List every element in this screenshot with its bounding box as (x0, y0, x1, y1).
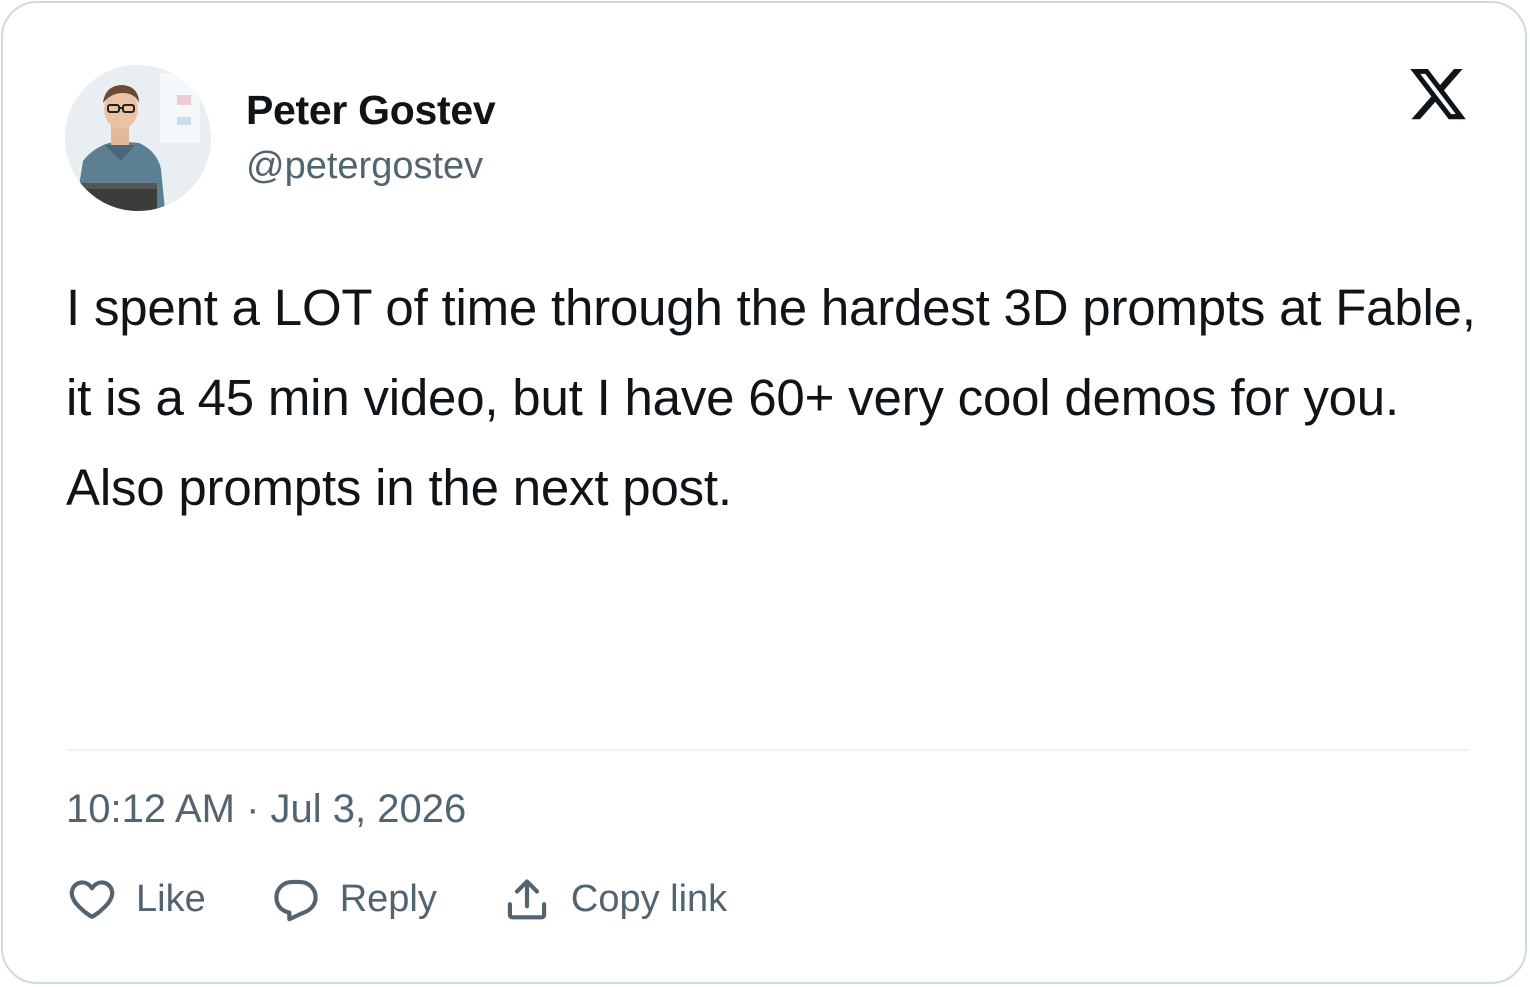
avatar[interactable] (65, 65, 211, 211)
x-logo-icon[interactable] (1407, 69, 1469, 127)
tweet-card: Peter Gostev @petergostev I spent a LOT … (1, 1, 1527, 984)
divider (66, 749, 1470, 751)
copy-link-button[interactable]: Copy link (501, 873, 727, 925)
author-handle[interactable]: @petergostev (246, 145, 483, 188)
author-display-name[interactable]: Peter Gostev (246, 87, 496, 134)
heart-icon (66, 873, 118, 925)
action-bar: Like Reply Copy link (66, 871, 727, 927)
reply-label: Reply (339, 877, 437, 920)
like-label: Like (136, 877, 206, 920)
avatar-photo (65, 65, 211, 211)
reply-button[interactable]: Reply (270, 873, 437, 925)
upload-share-icon (501, 873, 553, 925)
tweet-text: I spent a LOT of time through the hardes… (66, 279, 1490, 516)
tweet-timestamp[interactable]: 10:12 AM · Jul 3, 2026 (66, 787, 466, 832)
copy-link-label: Copy link (570, 877, 728, 920)
like-button[interactable]: Like (66, 873, 206, 925)
speech-bubble-icon (270, 873, 322, 925)
